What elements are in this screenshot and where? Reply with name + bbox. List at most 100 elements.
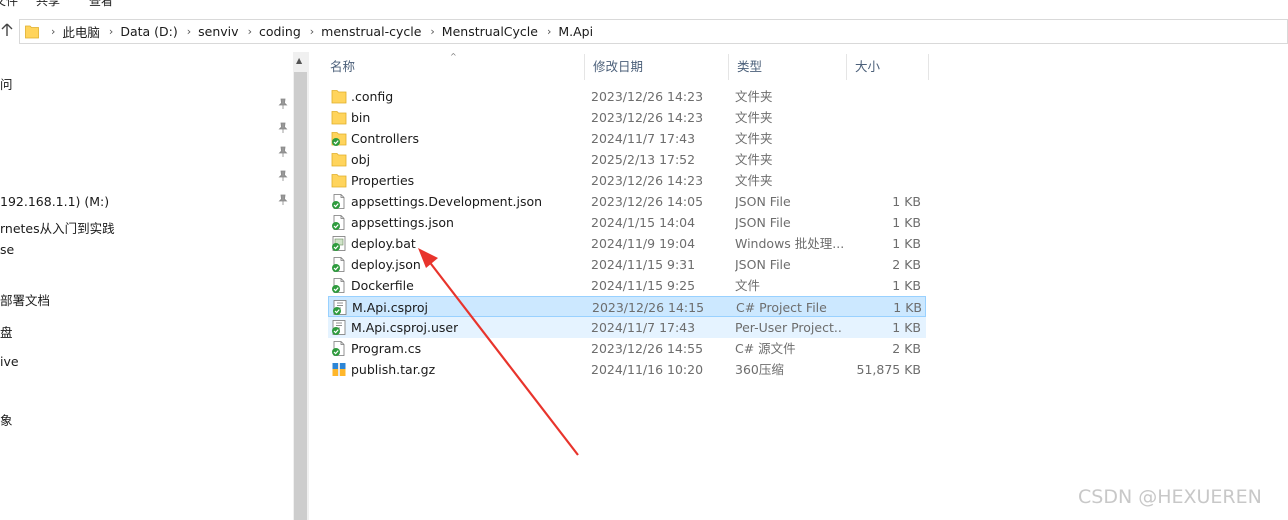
column-header-type[interactable]: 类型 — [729, 54, 847, 80]
file-name: Controllers — [351, 131, 419, 146]
file-type: 文件夹 — [735, 173, 773, 188]
column-header-name[interactable]: 名称 — [322, 54, 585, 80]
file-date: 2023/12/26 14:05 — [591, 194, 704, 209]
nav-item[interactable]: 部署文档 — [0, 290, 50, 309]
file-date: 2024/11/16 10:20 — [591, 362, 704, 377]
file-row[interactable]: Dockerfile 2024/11/15 9:25 文件 1 KB — [328, 275, 926, 296]
file-type: C# 源文件 — [735, 341, 796, 356]
file-type: Windows 批处理... — [735, 236, 843, 251]
breadcrumb-separator-icon[interactable]: › — [100, 25, 120, 38]
file-date: 2023/12/26 14:15 — [592, 300, 705, 315]
file-size: 1 KB — [892, 215, 921, 230]
file-name: publish.tar.gz — [351, 362, 436, 377]
file-type: 360压缩 — [735, 362, 784, 377]
pin-icon[interactable] — [278, 122, 288, 134]
breadcrumb-item[interactable]: menstrual-cycle — [321, 24, 421, 39]
file-name: appsettings.json — [351, 215, 454, 230]
json-file-icon — [331, 256, 347, 273]
file-row[interactable]: deploy.json 2024/11/15 9:31 JSON File 2 KB — [328, 254, 926, 275]
generic-file-icon — [331, 277, 347, 294]
column-header-size[interactable]: 大小 — [847, 54, 929, 80]
breadcrumb-item[interactable]: 此电脑 — [62, 22, 100, 41]
csproj-file-icon — [332, 299, 348, 316]
csproj-file-icon — [331, 319, 347, 336]
file-date: 2023/12/26 14:23 — [591, 173, 704, 188]
breadcrumb-item[interactable]: coding — [259, 24, 301, 39]
file-row[interactable]: obj 2025/2/13 17:52 文件夹 — [328, 149, 926, 170]
file-row[interactable]: publish.tar.gz 2024/11/16 10:20 360压缩 51,87… — [328, 359, 926, 380]
breadcrumb-separator-icon[interactable]: › — [301, 25, 321, 38]
breadcrumb-item[interactable]: Data (D:) — [120, 24, 177, 39]
file-date: 2024/11/15 9:25 — [591, 278, 696, 293]
breadcrumb-separator-icon[interactable]: › — [421, 25, 441, 38]
file-row[interactable]: bin 2023/12/26 14:23 文件夹 — [328, 107, 926, 128]
folder-icon — [331, 172, 347, 189]
breadcrumb-separator-icon[interactable]: › — [42, 25, 62, 38]
file-name: M.Api.csproj — [352, 300, 428, 315]
file-date: 2023/12/26 14:23 — [591, 89, 704, 104]
nav-item[interactable]: rnetes从入门到实践 — [0, 218, 115, 237]
file-name: Dockerfile — [351, 278, 414, 293]
file-row[interactable]: Properties 2023/12/26 14:23 文件夹 — [328, 170, 926, 191]
file-type: C# Project File — [736, 300, 827, 315]
file-row[interactable]: Controllers 2024/11/7 17:43 文件夹 — [328, 128, 926, 149]
file-type: 文件夹 — [735, 131, 773, 146]
breadcrumb-separator-icon[interactable]: › — [239, 25, 259, 38]
nav-item[interactable]: se — [0, 242, 14, 257]
nav-scrollbar[interactable]: ▲ — [293, 52, 309, 520]
file-name: bin — [351, 110, 371, 125]
file-name: deploy.bat — [351, 236, 416, 251]
ribbon-tab-share[interactable]: 共享 — [36, 0, 60, 9]
folder-synced-icon — [331, 130, 347, 147]
column-header-date[interactable]: 修改日期 — [585, 54, 729, 80]
file-size: 1 KB — [892, 194, 921, 209]
file-size: 51,875 KB — [856, 362, 921, 377]
breadcrumb-item[interactable]: MenstrualCycle — [442, 24, 538, 39]
file-name: Program.cs — [351, 341, 422, 356]
breadcrumb-item[interactable]: senviv — [198, 24, 238, 39]
bat-file-icon — [331, 235, 347, 252]
pin-icon[interactable] — [278, 170, 288, 182]
ribbon-tab-view[interactable]: 查看 — [89, 0, 113, 9]
file-explorer-window: 文件 共享 查看 › 此电脑 › Data (D:) › senviv › coding › me… — [0, 0, 1288, 520]
address-bar[interactable]: › 此电脑 › Data (D:) › senviv › coding › menstrual-c… — [19, 19, 1288, 44]
file-size: 1 KB — [892, 236, 921, 251]
file-type: JSON File — [735, 194, 791, 209]
file-row[interactable]: .config 2023/12/26 14:23 文件夹 — [328, 86, 926, 107]
scroll-up-icon[interactable]: ▲ — [296, 56, 302, 65]
file-row[interactable]: appsettings.Development.json 2023/12/26 1… — [328, 191, 926, 212]
nav-item[interactable]: 盘 — [0, 322, 13, 341]
breadcrumb-separator-icon[interactable]: › — [178, 25, 198, 38]
file-type: JSON File — [735, 215, 791, 230]
ribbon-tab-file[interactable]: 文件 — [0, 0, 18, 9]
nav-scrollbar-thumb[interactable] — [294, 72, 307, 520]
nav-item[interactable]: 问 — [0, 74, 13, 93]
file-date: 2024/1/15 14:04 — [591, 215, 696, 230]
nav-item[interactable]: ive — [0, 354, 19, 369]
breadcrumb-separator-icon[interactable]: › — [538, 25, 558, 38]
file-row[interactable]: M.Api.csproj.user 2024/11/7 17:43 Per-User… — [328, 317, 926, 338]
file-row[interactable]: deploy.bat 2024/11/9 19:04 Windows 批处理... 1… — [328, 233, 926, 254]
file-date: 2024/11/9 19:04 — [591, 236, 696, 251]
file-name: Properties — [351, 173, 415, 188]
file-row[interactable]: M.Api.csproj 2023/12/26 14:15 C# Project F… — [328, 296, 926, 317]
json-file-icon — [331, 193, 347, 210]
pin-icon[interactable] — [278, 194, 288, 206]
nav-item[interactable]: 象 — [0, 410, 13, 429]
file-size: 2 KB — [892, 257, 921, 272]
up-arrow-icon[interactable] — [0, 22, 16, 40]
pin-icon[interactable] — [278, 98, 288, 110]
file-type: 文件夹 — [735, 152, 773, 167]
file-date: 2024/11/15 9:31 — [591, 257, 696, 272]
file-type: 文件夹 — [735, 110, 773, 125]
breadcrumb-item[interactable]: M.Api — [558, 24, 593, 39]
nav-item[interactable]: 192.168.1.1) (M:) — [0, 194, 109, 209]
file-list: ^ 名称 修改日期 类型 大小 .config 2023/12/26 14:23 文… — [310, 52, 1288, 520]
file-type: 文件夹 — [735, 89, 773, 104]
json-file-icon — [331, 214, 347, 231]
file-size: 2 KB — [892, 341, 921, 356]
pin-icon[interactable] — [278, 146, 288, 158]
file-row[interactable]: appsettings.json 2024/1/15 14:04 JSON File… — [328, 212, 926, 233]
navigation-pane: 问 192.168.1.1) (M:) rnetes从入门到实践 se 部署文档盘 ive… — [0, 52, 294, 520]
file-row[interactable]: Program.cs 2023/12/26 14:55 C# 源文件 2 KB — [328, 338, 926, 359]
